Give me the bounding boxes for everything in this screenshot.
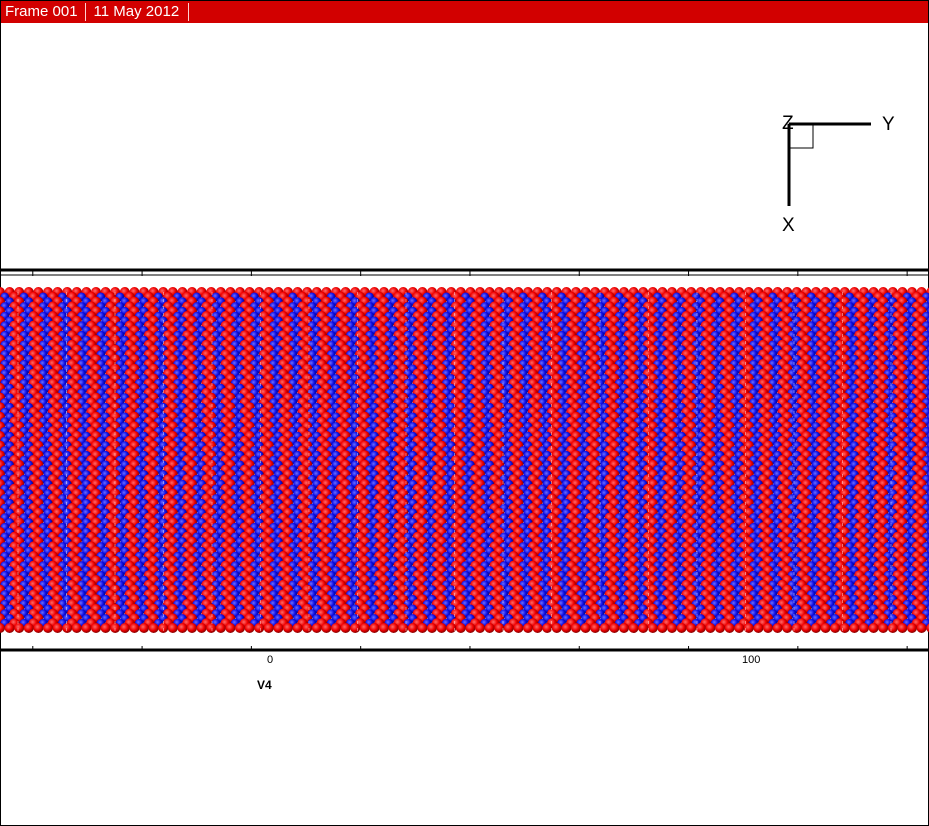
atom-lattice-plot	[0, 268, 929, 652]
y-axis-label: Y	[882, 114, 895, 135]
z-axis-label: Z	[782, 113, 794, 134]
date-label: 11 May 2012	[86, 3, 190, 21]
atom-layer	[0, 287, 929, 633]
frame-number-label: Frame 001	[1, 3, 86, 21]
x-axis-label: X	[782, 215, 795, 236]
frame-header: Frame 001 11 May 2012	[1, 1, 928, 23]
axis-triad: Z Y X	[778, 112, 908, 237]
